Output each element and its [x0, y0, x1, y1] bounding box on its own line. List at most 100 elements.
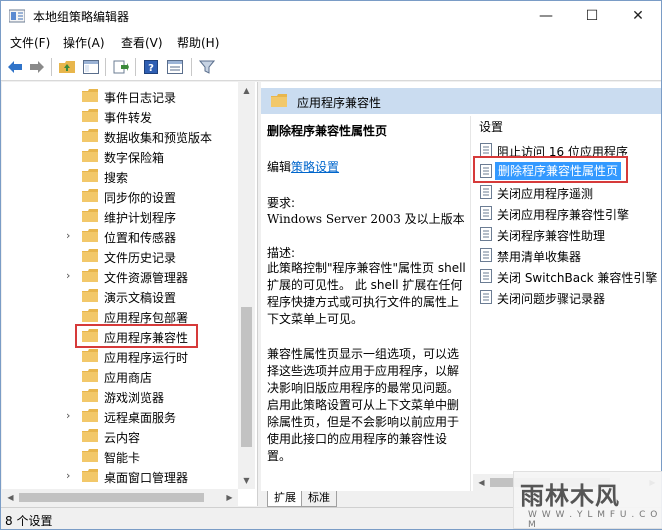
tree-item-label: 应用商店	[104, 371, 153, 385]
tree-item[interactable]: 维护计划程序	[2, 206, 242, 226]
toolbar-separator	[105, 58, 106, 76]
tree-item[interactable]: 事件转发	[2, 106, 242, 126]
setting-item[interactable]: 禁用清单收集器	[479, 245, 662, 265]
scroll-thumb[interactable]	[19, 493, 204, 502]
maximize-button[interactable]: ☐	[569, 1, 615, 31]
setting-item-label: 关闭 SwitchBack 兼容性引擎	[497, 271, 658, 285]
edit-policy-link[interactable]: 策略设置	[291, 160, 339, 174]
policy-setting-icon	[479, 185, 493, 199]
tree-item-label: 游戏浏览器	[104, 391, 165, 405]
toolbar-separator	[51, 58, 52, 76]
tree-item[interactable]: 搜索	[2, 166, 242, 186]
scroll-right-icon[interactable]: ▶	[221, 489, 238, 506]
folder-icon	[82, 249, 98, 262]
folder-icon	[82, 149, 98, 162]
policy-title: 删除程序兼容性属性页	[267, 124, 388, 138]
toolbar: ?	[1, 53, 661, 81]
tree-item-label: 云内容	[104, 431, 141, 445]
scroll-left-icon[interactable]: ◀	[2, 489, 19, 506]
folder-icon	[82, 289, 98, 302]
tree-item[interactable]: 云内容	[2, 426, 242, 446]
description-paragraph: 兼容性属性页显示一组选项，可以选择这些选项并应用于应用程序，以解决影响旧版应用程…	[267, 347, 460, 463]
tree-item-label: 演示文稿设置	[104, 291, 177, 305]
close-button[interactable]: ✕	[615, 1, 661, 31]
setting-item[interactable]: 关闭程序兼容性助理	[479, 224, 662, 244]
tree-item[interactable]: 数据收集和预览版本	[2, 126, 242, 146]
tree-item[interactable]: 智能卡	[2, 446, 242, 466]
tree-item[interactable]: › 桌面窗口管理器	[2, 466, 242, 486]
expand-chevron-icon[interactable]: ›	[66, 229, 76, 243]
tree-item[interactable]: › 远程桌面服务	[2, 406, 242, 426]
watermark-logo: 雨林木风 W W W . Y L M F U . C O M	[513, 471, 662, 530]
tree-item-label: 数字保险箱	[104, 151, 165, 165]
folder-icon	[82, 409, 98, 422]
edit-policy-line: 编辑策略设置	[267, 158, 339, 175]
help-icon[interactable]: ?	[141, 57, 161, 77]
back-arrow-icon[interactable]	[5, 57, 25, 77]
right-pane-title: 应用程序兼容性	[297, 96, 382, 110]
folder-icon	[82, 369, 98, 382]
expand-chevron-icon[interactable]: ›	[66, 469, 76, 483]
tab-extended[interactable]: 扩展	[267, 491, 303, 507]
setting-item-label: 关闭程序兼容性助理	[497, 229, 606, 243]
minimize-button[interactable]: —	[523, 1, 569, 31]
filter-icon[interactable]	[197, 57, 217, 77]
tree-item-label: 同步你的设置	[104, 191, 177, 205]
folder-icon	[82, 169, 98, 182]
folder-icon	[82, 229, 98, 242]
menu-view[interactable]: 查看(V)	[121, 34, 163, 51]
tree-item[interactable]: 应用程序包部署	[2, 306, 242, 326]
setting-item[interactable]: 关闭 SwitchBack 兼容性引擎	[479, 266, 662, 286]
title-bar: 本地组策略编辑器 — ☐ ✕	[1, 1, 661, 31]
tree-item-label: 桌面窗口管理器	[104, 471, 189, 485]
tab-standard[interactable]: 标准	[301, 491, 337, 507]
setting-item-label: 关闭问题步骤记录器	[497, 292, 606, 306]
tree-item-label: 位置和传感器	[104, 231, 177, 245]
right-pane: 应用程序兼容性 删除程序兼容性属性页 编辑策略设置 要求: Windows Se…	[261, 82, 662, 507]
edit-prefix: 编辑	[267, 160, 292, 174]
menu-file[interactable]: 文件(F)	[10, 34, 50, 51]
main-window: 本地组策略编辑器 — ☐ ✕ 文件(F) 操作(A) 查看(V) 帮助(H) ?	[0, 0, 662, 530]
watermark-url: W W W . Y L M F U . C O M	[528, 510, 659, 530]
scroll-left-icon[interactable]: ◀	[473, 474, 490, 491]
tree-item[interactable]: 应用商店	[2, 366, 242, 386]
toolbar-separator	[135, 58, 136, 76]
tree-item-label: 事件转发	[104, 111, 153, 125]
tree-horizontal-scrollbar[interactable]: ◀ ▶	[2, 489, 238, 506]
setting-item[interactable]: 关闭应用程序遥测	[479, 182, 662, 202]
menu-action[interactable]: 操作(A)	[63, 34, 105, 51]
folder-icon	[82, 89, 98, 102]
tree-item[interactable]: 事件日志记录	[2, 86, 242, 106]
tree-item[interactable]: › 位置和传感器	[2, 226, 242, 246]
setting-item[interactable]: 关闭应用程序兼容性引擎	[479, 203, 662, 223]
show-hide-tree-icon[interactable]	[81, 57, 101, 77]
menu-help[interactable]: 帮助(H)	[177, 34, 219, 51]
settings-column-header[interactable]: 设置	[479, 118, 503, 135]
expand-chevron-icon[interactable]: ›	[66, 269, 76, 283]
properties-icon[interactable]	[165, 57, 185, 77]
export-list-icon[interactable]	[111, 57, 131, 77]
folder-icon	[82, 189, 98, 202]
tree-item[interactable]: 同步你的设置	[2, 186, 242, 206]
policy-setting-icon	[479, 206, 493, 220]
forward-arrow-icon[interactable]	[27, 57, 47, 77]
up-folder-icon[interactable]	[57, 57, 77, 77]
tree-item-label: 应用程序运行时	[104, 351, 189, 365]
setting-item-label: 关闭应用程序遥测	[497, 187, 594, 201]
policy-setting-icon	[479, 269, 493, 283]
tree-item[interactable]: › 文件资源管理器	[2, 266, 242, 286]
policy-editor-app-icon	[9, 9, 25, 23]
setting-item[interactable]: 关闭问题步骤记录器	[479, 287, 662, 307]
scroll-thumb[interactable]	[241, 307, 252, 447]
window-title: 本地组策略编辑器	[33, 10, 130, 24]
right-pane-header: 应用程序兼容性	[261, 88, 661, 114]
expand-chevron-icon[interactable]: ›	[66, 409, 76, 423]
tree-item[interactable]: 游戏浏览器	[2, 386, 242, 406]
tree-item[interactable]: 演示文稿设置	[2, 286, 242, 306]
setting-item-label: 关闭应用程序兼容性引擎	[497, 208, 630, 222]
tree-item-label: 远程桌面服务	[104, 411, 177, 425]
tree-item[interactable]: 应用程序运行时	[2, 346, 242, 366]
folder-icon	[82, 109, 98, 122]
tree-item[interactable]: 文件历史记录	[2, 246, 242, 266]
tree-item[interactable]: 数字保险箱	[2, 146, 242, 166]
